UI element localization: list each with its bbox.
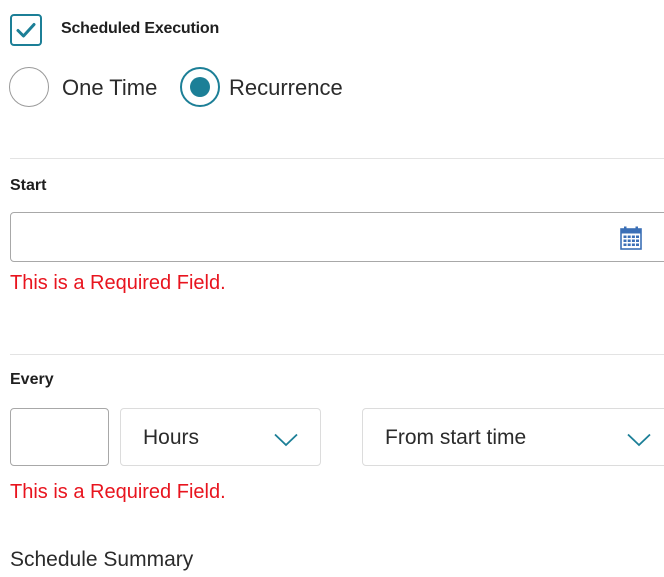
interval-unit-value: Hours bbox=[143, 426, 200, 449]
one-time-label[interactable]: One Time bbox=[62, 75, 157, 101]
interval-unit-select[interactable]: Hours bbox=[120, 408, 321, 466]
every-required-error: This is a Required Field. bbox=[10, 481, 226, 503]
schedule-summary-label: Schedule Summary bbox=[10, 548, 194, 571]
one-time-radio[interactable] bbox=[9, 67, 49, 107]
chevron-down-icon bbox=[627, 433, 651, 447]
recurrence-mode-value: From start time bbox=[385, 426, 527, 449]
start-date-input[interactable] bbox=[11, 213, 621, 259]
recurrence-mode-select[interactable]: From start time bbox=[362, 408, 664, 466]
scheduled-execution-checkbox[interactable] bbox=[10, 14, 42, 46]
section-divider bbox=[10, 354, 664, 355]
every-interval-field[interactable] bbox=[10, 408, 109, 466]
every-interval-input[interactable] bbox=[11, 409, 107, 463]
checkmark-icon bbox=[16, 23, 36, 38]
every-label: Every bbox=[10, 371, 54, 388]
chevron-down-icon bbox=[274, 433, 298, 447]
schedule-form: Scheduled Execution One Time Recurrence … bbox=[0, 0, 664, 577]
calendar-icon[interactable] bbox=[620, 226, 642, 250]
recurrence-label[interactable]: Recurrence bbox=[229, 75, 343, 101]
section-divider bbox=[10, 158, 664, 159]
radio-selected-dot bbox=[190, 77, 210, 97]
start-required-error: This is a Required Field. bbox=[10, 272, 226, 294]
scheduled-execution-label: Scheduled Execution bbox=[61, 20, 220, 37]
start-label: Start bbox=[10, 177, 47, 194]
recurrence-radio[interactable] bbox=[180, 67, 220, 107]
start-date-field[interactable] bbox=[10, 212, 664, 262]
